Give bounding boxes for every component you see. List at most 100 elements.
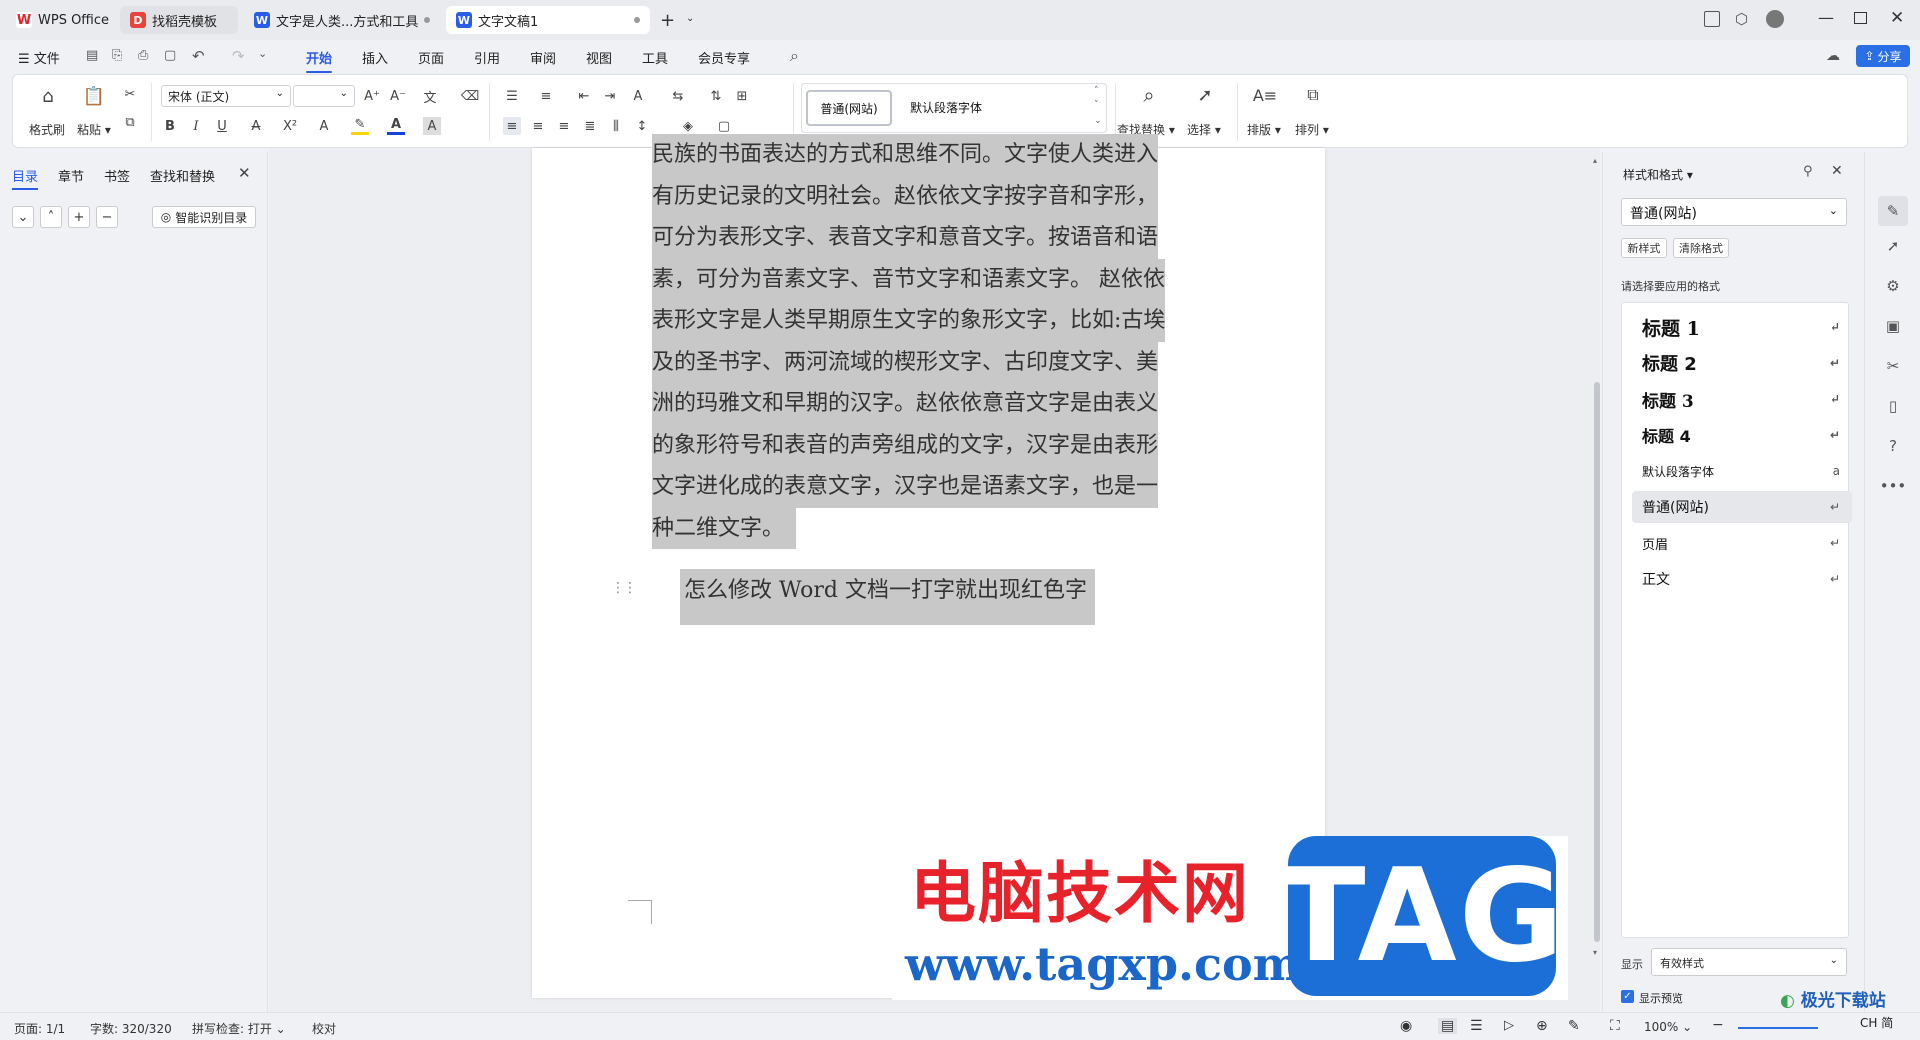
align-center-icon[interactable]: ≡	[529, 117, 547, 135]
bullet-list-icon[interactable]: ☰	[503, 87, 521, 105]
heading-line[interactable]: 怎么修改 Word 文档一打字就出现红色字	[680, 569, 1095, 625]
web-view-icon[interactable]: ⊕	[1536, 1018, 1548, 1034]
tab-list-chevron-icon[interactable]: ⌄	[686, 13, 694, 24]
sort-icon[interactable]: ⇅	[707, 87, 725, 105]
increase-indent-icon[interactable]: ⇥	[601, 87, 619, 105]
menu-home[interactable]: 开始	[306, 48, 333, 73]
close-pane-icon[interactable]: ✕	[238, 164, 251, 182]
redo-icon[interactable]: ↷	[232, 47, 245, 65]
paragraph-line[interactable]: 民族的书面表达的方式和思维不同。文字使人类进入	[652, 134, 1159, 176]
menu-view[interactable]: 视图	[586, 48, 612, 67]
align-left-icon[interactable]: ≡	[503, 117, 521, 135]
fit-page-icon[interactable]: ⛶	[1610, 1018, 1620, 1034]
style-header[interactable]: 页眉 ↵	[1632, 527, 1852, 559]
minimize-icon[interactable]: —	[1818, 8, 1834, 27]
chinese-layout-icon[interactable]: A	[629, 87, 647, 105]
add-heading-icon[interactable]: +	[68, 206, 90, 228]
tab-chapters[interactable]: 章节	[58, 166, 84, 185]
select-cursor-icon[interactable]: ➚	[1193, 83, 1217, 107]
paste-icon[interactable]: 📋	[83, 85, 105, 107]
zoom-level[interactable]: 100% ⌄	[1644, 1020, 1692, 1034]
vertical-scrollbar[interactable]: ▴ ▾	[1592, 152, 1602, 1012]
show-marks-icon[interactable]: ⊞	[733, 87, 751, 105]
tab-wps-office[interactable]: W WPS Office	[6, 6, 114, 34]
new-tab-plus-icon[interactable]: +	[660, 10, 675, 31]
paragraph-line[interactable]: 表形文字是人类早期原生文字的象形文字，比如:古埃	[652, 300, 1166, 342]
show-filter-select[interactable]: 有效样式 ⌄	[1651, 948, 1847, 976]
gallery-down-icon[interactable]: ˅	[1094, 100, 1099, 110]
menu-member[interactable]: 会员专享	[698, 48, 750, 67]
tools-icon[interactable]: ✂	[1883, 356, 1903, 376]
text-direction-icon[interactable]: ⇆	[669, 87, 687, 105]
numbered-list-icon[interactable]: ≡	[537, 87, 555, 105]
collapse-down-icon[interactable]: ⌄	[12, 206, 34, 228]
font-family-select[interactable]: 宋体 (正文) ⌄	[161, 85, 291, 107]
proofread-button[interactable]: 校对	[312, 1020, 336, 1037]
menu-references[interactable]: 引用	[474, 48, 500, 67]
menu-page[interactable]: 页面	[418, 48, 444, 67]
style-heading-1[interactable]: 标题 1 ↵	[1632, 311, 1852, 343]
pin-icon[interactable]: ⚲	[1803, 164, 1813, 179]
distributed-icon[interactable]: ⫼	[607, 117, 625, 135]
style-heading-4[interactable]: 标题 4 ↵	[1632, 419, 1852, 451]
tab-toc[interactable]: 目录	[12, 166, 39, 190]
tab-find-replace[interactable]: 查找和替换	[150, 166, 215, 185]
strikethrough-icon[interactable]: A	[247, 117, 265, 135]
print-icon[interactable]: ⎙	[138, 48, 148, 63]
menu-insert[interactable]: 插入	[362, 48, 388, 67]
arrange-button[interactable]: 排列 ▾	[1295, 121, 1329, 138]
pen-view-icon[interactable]: ✎	[1568, 1018, 1580, 1034]
paragraph-line[interactable]: 素，可分为音素文字、音节文字和语素文字。 赵依依	[652, 258, 1165, 300]
page-view-icon[interactable]: ▤	[1438, 1018, 1458, 1034]
word-count[interactable]: 字数: 320/320	[90, 1020, 172, 1037]
shading-icon[interactable]: ◈	[679, 117, 697, 135]
arrange-icon[interactable]: ⧉	[1301, 83, 1325, 107]
style-pen-icon[interactable]: ✎	[1878, 196, 1908, 226]
export-icon[interactable]: ⎘	[112, 48, 122, 63]
paragraph-line[interactable]: 文字进化成的表意文字，汉字也是语素文字，也是一	[652, 466, 1159, 508]
page-count[interactable]: 页面: 1/1	[14, 1020, 65, 1037]
paragraph-line[interactable]: 可分为表形文字、表音文字和意音文字。按语音和语	[652, 217, 1159, 259]
tab-document-1[interactable]: W 文字是人类...方式和工具	[244, 6, 440, 34]
more-icon[interactable]: •••	[1880, 476, 1907, 496]
highlight-icon[interactable]: ✎	[351, 117, 369, 135]
paragraph-line[interactable]: 及的圣书字、两河流域的楔形文字、古印度文字、美	[652, 341, 1159, 383]
save-icon[interactable]: ▤	[86, 48, 98, 63]
gallery-up-icon[interactable]: ˄	[1094, 86, 1099, 96]
cut-icon[interactable]: ✂	[121, 85, 139, 103]
book-icon[interactable]: ▯	[1883, 396, 1903, 416]
clear-format-icon[interactable]: ⌫	[461, 87, 479, 105]
zoom-slider[interactable]	[1738, 1027, 1818, 1029]
menu-tools[interactable]: 工具	[642, 48, 668, 67]
phonetic-icon[interactable]: 文	[421, 87, 439, 106]
font-size-select[interactable]: ⌄	[293, 85, 355, 107]
new-style-button[interactable]: 新样式	[1621, 238, 1667, 258]
help-icon[interactable]: ?	[1883, 436, 1903, 456]
property-sliders-icon[interactable]: ⚙	[1883, 276, 1903, 296]
select-pointer-icon[interactable]: ➚	[1883, 236, 1903, 256]
style-heading-2[interactable]: 标题 2 ↵	[1632, 347, 1852, 379]
style-normal-web[interactable]: 普通(网站) ↵	[1632, 491, 1852, 523]
layout-text-icon[interactable]: A≡	[1253, 83, 1277, 107]
copy-icon[interactable]: ⧉	[121, 113, 139, 131]
input-method-indicator[interactable]: CH 简	[1860, 1014, 1893, 1031]
bold-icon[interactable]: B	[161, 117, 179, 135]
line-spacing-icon[interactable]: ↕	[633, 117, 651, 135]
remove-heading-icon[interactable]: −	[96, 206, 118, 228]
superscript-icon[interactable]: X²	[281, 117, 299, 135]
file-menu[interactable]: ☰ 文件	[18, 48, 60, 67]
italic-icon[interactable]: I	[187, 117, 205, 135]
menu-review[interactable]: 审阅	[530, 48, 556, 67]
select-button[interactable]: 选择 ▾	[1187, 121, 1221, 138]
zoom-out-icon[interactable]: −	[1712, 1017, 1724, 1033]
quick-access-chevron-icon[interactable]: ⌄	[258, 47, 267, 60]
undo-icon[interactable]: ↶	[192, 47, 205, 65]
image-edit-icon[interactable]: ▣	[1883, 316, 1903, 336]
reading-mode-icon[interactable]: ▷	[1504, 1018, 1514, 1033]
format-painter-button[interactable]: 格式刷	[29, 121, 65, 138]
share-button[interactable]: ⇪ 分享	[1856, 45, 1910, 67]
paste-button[interactable]: 粘贴 ▾	[77, 121, 111, 138]
cloud-icon[interactable]: ☁	[1826, 48, 1840, 64]
restore-icon[interactable]	[1854, 12, 1867, 24]
text-effect-icon[interactable]: A	[315, 117, 333, 135]
